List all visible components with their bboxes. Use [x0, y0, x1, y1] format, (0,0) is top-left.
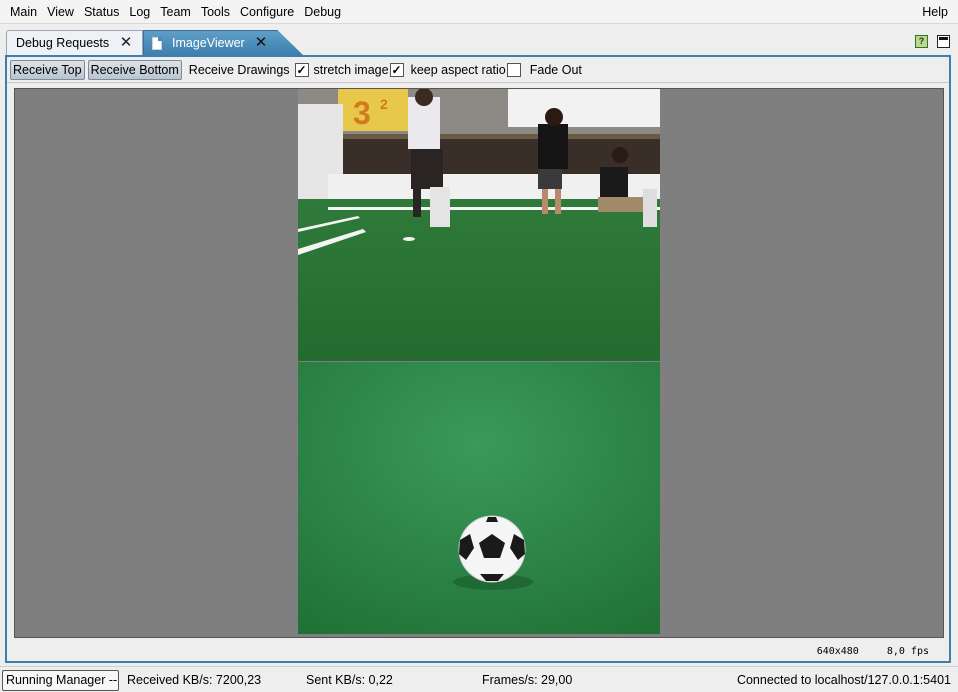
- tab-image-viewer[interactable]: ImageViewer ✕: [143, 30, 303, 55]
- svg-text:3: 3: [353, 95, 371, 131]
- image-viewer-panel: Receive Top Receive Bottom Receive Drawi…: [5, 55, 951, 663]
- stretch-image-label: stretch image: [313, 62, 389, 77]
- running-manager-button[interactable]: Running Manager --: [2, 670, 119, 691]
- document-icon: [152, 36, 162, 50]
- menu-status[interactable]: Status: [79, 0, 124, 24]
- menu-team[interactable]: Team: [155, 0, 196, 24]
- close-icon[interactable]: ✕: [119, 35, 133, 50]
- receive-top-button[interactable]: Receive Top: [10, 59, 85, 80]
- top-camera-scene: 3 2: [298, 89, 660, 361]
- bottom-camera-scene: [298, 362, 660, 634]
- menu-log[interactable]: Log: [124, 0, 155, 24]
- help-icon[interactable]: ?: [915, 35, 928, 48]
- menu-bar: Main View Status Log Team Tools Configur…: [0, 0, 958, 24]
- bottom-camera-image: [298, 362, 660, 634]
- menu-main[interactable]: Main: [0, 0, 42, 24]
- fade-out-checkbox[interactable]: [506, 62, 521, 77]
- image-canvas[interactable]: 3 2: [14, 88, 944, 638]
- menu-debug[interactable]: Debug: [299, 0, 346, 24]
- svg-text:2: 2: [380, 96, 388, 112]
- viewer-toolbar: Receive Top Receive Bottom Receive Drawi…: [7, 57, 949, 83]
- sent-rate: Sent KB/s: 0,22: [306, 673, 393, 687]
- stretch-image-checkbox[interactable]: ✓: [294, 62, 309, 77]
- received-rate: Received KB/s: 7200,23: [127, 673, 262, 687]
- receive-bottom-button[interactable]: Receive Bottom: [87, 59, 182, 80]
- minimize-icon[interactable]: [937, 35, 950, 48]
- connection-status: Connected to localhost/127.0.0.1:5401: [736, 673, 951, 687]
- viewer-stats: 640x480 8,0 fps: [817, 646, 929, 657]
- top-camera-image: 3 2: [298, 89, 660, 361]
- resolution-readout: 640x480: [816, 646, 859, 657]
- keep-aspect-ratio-label: keep aspect ratio: [410, 62, 506, 77]
- receive-drawings-label: Receive Drawings: [188, 62, 290, 77]
- tab-image-viewer-label: ImageViewer: [172, 36, 245, 50]
- menu-view[interactable]: View: [42, 0, 79, 24]
- menu-tools[interactable]: Tools: [196, 0, 235, 24]
- frames-rate: Frames/s: 29,00: [482, 673, 573, 687]
- fade-out-label: Fade Out: [529, 62, 582, 77]
- tab-row: Debug Requests ✕ ImageViewer ✕: [0, 24, 958, 55]
- tab-debug-requests[interactable]: Debug Requests ✕: [6, 30, 143, 55]
- menu-help[interactable]: Help: [917, 0, 958, 24]
- keep-aspect-ratio-checkbox[interactable]: ✓: [389, 62, 404, 77]
- fps-readout: 8,0 fps: [886, 646, 929, 657]
- menu-configure[interactable]: Configure: [235, 0, 299, 24]
- close-icon[interactable]: ✕: [254, 35, 268, 50]
- status-bar: Running Manager -- Received KB/s: 7200,2…: [0, 666, 958, 692]
- tab-debug-requests-label: Debug Requests: [16, 36, 110, 50]
